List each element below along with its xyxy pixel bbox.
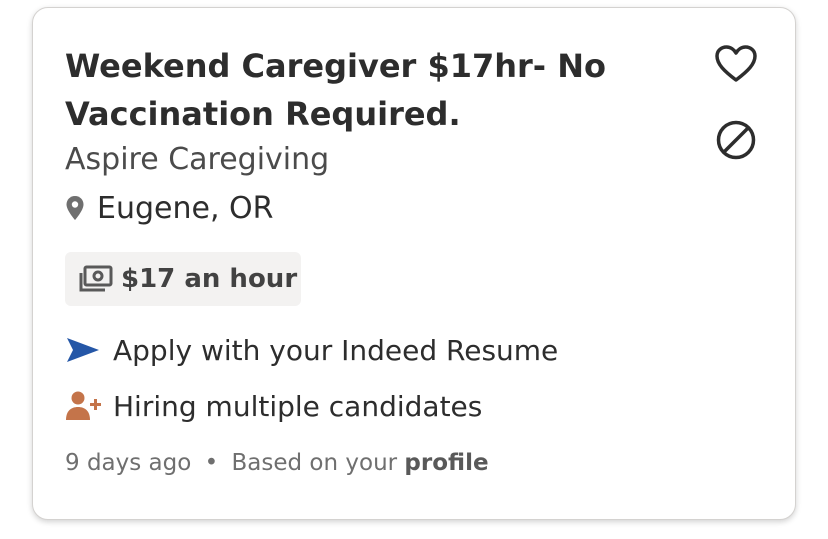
salary-text: $17 an hour [121, 264, 298, 294]
heart-icon [715, 45, 757, 82]
company-name[interactable]: Aspire Caregiving [65, 138, 329, 182]
based-on-text: Based on your [231, 450, 398, 476]
posting-meta: 9 days ago • Based on your profile [65, 450, 489, 476]
save-job-button[interactable] [712, 40, 760, 88]
block-icon [716, 120, 756, 160]
easy-apply-feature: Apply with your Indeed Resume [65, 330, 558, 370]
money-icon [79, 265, 113, 292]
easy-apply-text: Apply with your Indeed Resume [113, 333, 559, 367]
posted-date: 9 days ago [65, 450, 192, 476]
send-arrow-icon [67, 338, 99, 362]
meta-separator: • [204, 450, 219, 476]
job-title[interactable]: Weekend Caregiver $17hr- No Vaccination … [65, 42, 665, 138]
salary-badge: $17 an hour [65, 252, 301, 306]
profile-link[interactable]: profile [404, 450, 488, 476]
hiring-multiple-text: Hiring multiple candidates [113, 389, 483, 423]
location-text: Eugene, OR [97, 190, 274, 226]
job-card[interactable]: Weekend Caregiver $17hr- No Vaccination … [32, 7, 796, 520]
add-person-icon [66, 391, 101, 420]
not-interested-button[interactable] [712, 116, 760, 164]
hiring-multiple-feature: Hiring multiple candidates [65, 386, 482, 426]
job-location: Eugene, OR [65, 186, 273, 230]
location-pin-icon [66, 196, 84, 220]
